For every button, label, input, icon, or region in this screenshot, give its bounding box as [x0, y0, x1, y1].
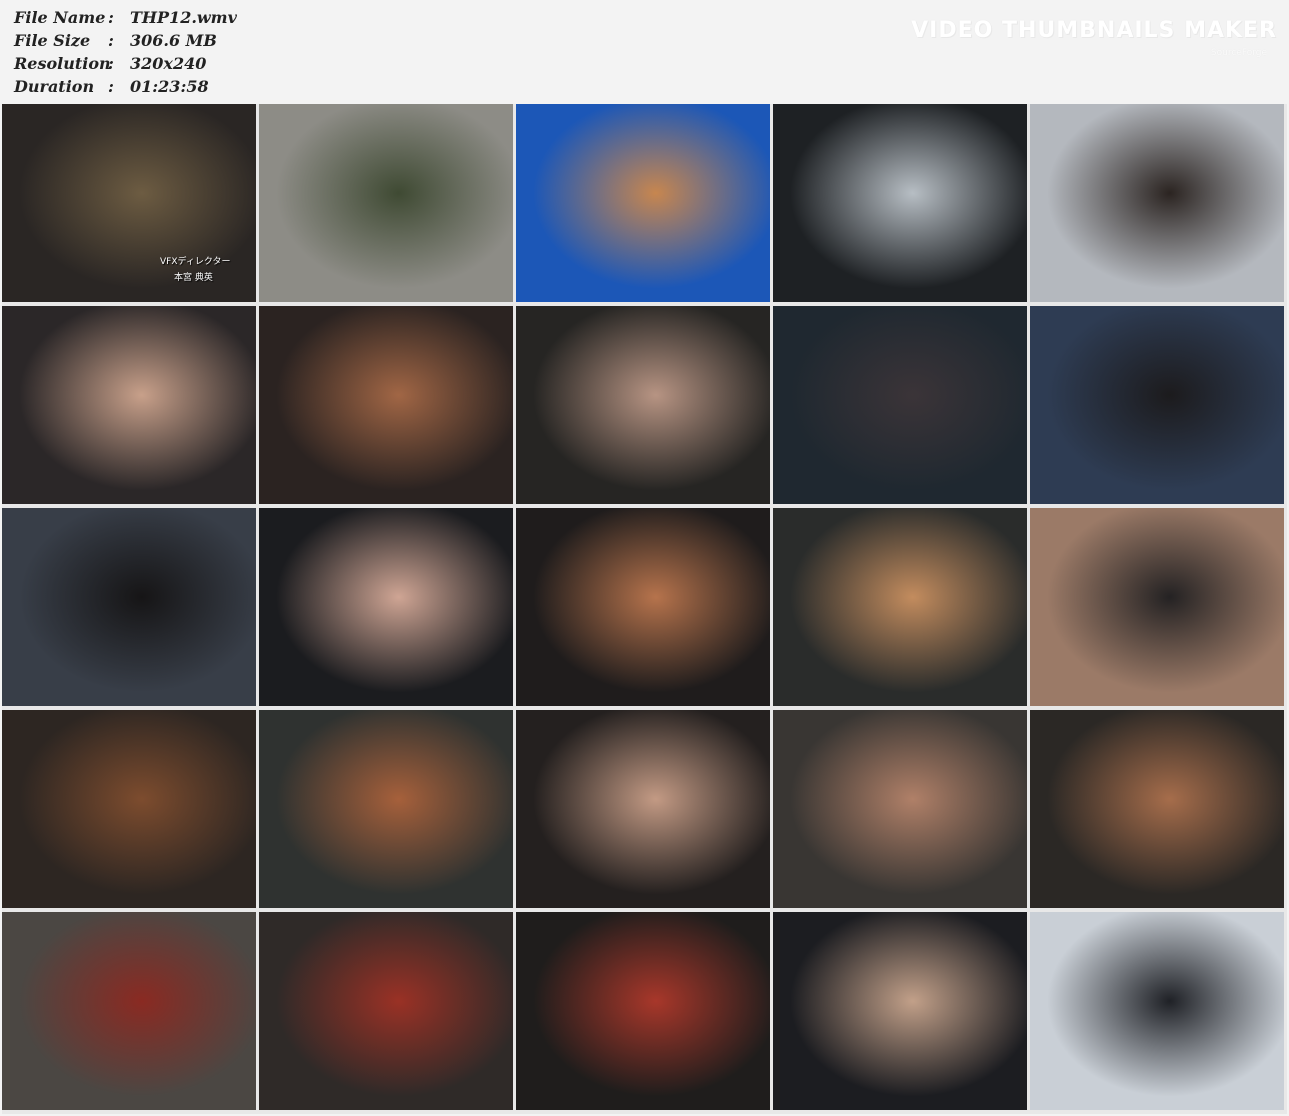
- thumbnail-woman-dark-room[interactable]: [773, 104, 1027, 302]
- thumbnail-frame: [2, 912, 256, 1110]
- thumbnail-frame: [516, 306, 770, 504]
- thumbnail-camo-figure-fence[interactable]: [259, 104, 513, 302]
- watermark-subtitle: SourceForge: [1210, 48, 1267, 58]
- thumbnail-frame: [1030, 912, 1284, 1110]
- thumbnail-frame: [1030, 104, 1284, 302]
- thumbnail-two-faces-closeup[interactable]: [516, 508, 770, 706]
- thumbnail-blurred-struggle[interactable]: [2, 508, 256, 706]
- thumbnail-frame: [2, 306, 256, 504]
- duration-row: Duration : 01:23:58: [14, 77, 209, 99]
- thumbnail-masked-face-closeup[interactable]: [2, 306, 256, 504]
- thumbnail-heroine-standing-dark[interactable]: [773, 306, 1027, 504]
- thumbnail-frame: [516, 710, 770, 908]
- file-name-row: File Name : THP12.wmv: [14, 8, 237, 30]
- thumbnail-grid: VFXディレクター 本宮 典英: [2, 104, 1287, 1114]
- resolution-sep: :: [108, 54, 114, 73]
- resolution-label: Resolution: [14, 54, 111, 73]
- thumbnail-frame: [516, 508, 770, 706]
- duration-value: 01:23:58: [130, 77, 209, 96]
- thumbnail-caption-line1: VFXディレクター: [160, 257, 231, 267]
- resolution-row: Resolution : 320x240: [14, 54, 206, 76]
- thumbnail-frame: [773, 306, 1027, 504]
- thumbnail-frame: [1030, 508, 1284, 706]
- thumbnail-outdoor-struggle[interactable]: [1030, 912, 1284, 1110]
- thumbnail-red-devil-mask[interactable]: [516, 912, 770, 1110]
- thumbnail-heroine-net-cage[interactable]: [259, 710, 513, 908]
- thumbnail-chained-face[interactable]: [773, 710, 1027, 908]
- file-name-sep: :: [108, 8, 114, 27]
- thumbnail-warehouse-figures[interactable]: [1030, 306, 1284, 504]
- thumbnail-lying-heroine[interactable]: [1030, 710, 1284, 908]
- thumbnail-frame: [1030, 306, 1284, 504]
- thumbnail-frame: [773, 104, 1027, 302]
- thumbnail-frame: [1030, 710, 1284, 908]
- thumbnail-red-mask-pair[interactable]: [259, 912, 513, 1110]
- thumbnail-legs-closeup[interactable]: [1030, 508, 1284, 706]
- thumbnail-caped-figure-riverside[interactable]: [1030, 104, 1284, 302]
- resolution-value: 320x240: [130, 54, 207, 73]
- thumbnail-red-mask-group[interactable]: [2, 912, 256, 1110]
- thumbnail-heroine-chained[interactable]: [773, 508, 1027, 706]
- thumbnail-pained-face-closeup[interactable]: [516, 710, 770, 908]
- thumbnail-frame: [773, 912, 1027, 1110]
- thumbnail-frame: [2, 710, 256, 908]
- duration-label: Duration: [14, 77, 95, 96]
- duration-sep: :: [108, 77, 114, 96]
- thumbnail-frame: [516, 104, 770, 302]
- thumbnail-masked-heroine-tiles[interactable]: [773, 912, 1027, 1110]
- thumbnail-dark-costume-legs[interactable]: VFXディレクター 本宮 典英: [2, 104, 256, 302]
- thumbnail-frame: [259, 912, 513, 1110]
- thumbnail-masked-heroine-portrait[interactable]: [259, 306, 513, 504]
- file-size-label: File Size: [14, 31, 91, 50]
- file-name-value: THP12.wmv: [130, 8, 237, 27]
- thumbnail-frame: [773, 710, 1027, 908]
- file-name-label: File Name: [14, 8, 106, 27]
- thumbnail-frame: [2, 104, 256, 302]
- thumbnail-heroine-head-down[interactable]: [2, 710, 256, 908]
- file-size-sep: :: [108, 31, 114, 50]
- thumbnail-jester-smile[interactable]: [259, 508, 513, 706]
- file-info-header: File Name : THP12.wmv File Size : 306.6 …: [0, 0, 1289, 104]
- watermark-title: VIDEO THUMBNAILS MAKER: [911, 18, 1277, 43]
- file-size-value: 306.6 MB: [130, 31, 217, 50]
- thumbnail-frame: [773, 508, 1027, 706]
- thumbnail-frame: [259, 710, 513, 908]
- thumbnail-jester-hood[interactable]: [516, 306, 770, 504]
- thumbnail-clock-tower-blue-sky[interactable]: [516, 104, 770, 302]
- thumbnail-frame: [2, 508, 256, 706]
- thumbnail-frame: [259, 306, 513, 504]
- thumbnail-frame: [259, 104, 513, 302]
- thumbnail-frame: [516, 912, 770, 1110]
- file-size-row: File Size : 306.6 MB: [14, 31, 217, 53]
- thumbnail-caption-line2: 本宮 典英: [174, 273, 213, 283]
- thumbnail-frame: [259, 508, 513, 706]
